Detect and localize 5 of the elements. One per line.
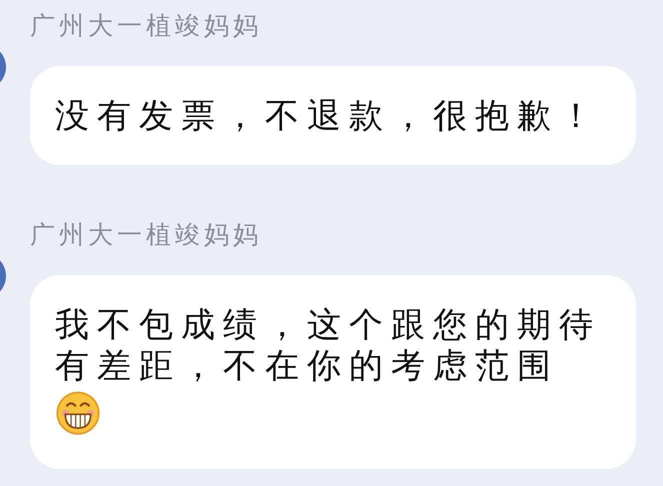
- sender-name: 广州大一植竣妈妈: [30, 219, 263, 251]
- sender-name: 广州大一植竣妈妈: [30, 10, 263, 42]
- message-text: 没有发票，不退款，很抱歉！: [55, 96, 602, 137]
- message-text: 我不包成绩，这个跟您的期待有差距，不在你的考虑范围: [55, 305, 602, 387]
- grin-emoji-icon: [55, 389, 101, 435]
